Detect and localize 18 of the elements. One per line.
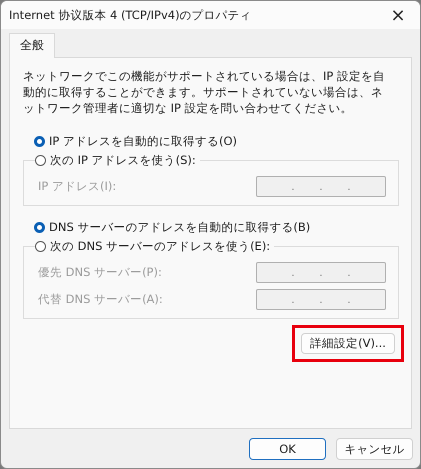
window-title: Internet 协议版本 4 (TCP/IPv4)のプロパティ [9,8,252,22]
field-label: 優先 DNS サーバー(P): [38,265,162,280]
description-text: ネットワークでこの機能がサポートされている場合は、IP 設定を自動的に取得することができます。サポートされていない場合は、ネットワーク管理者に適切な IP 設定を問い合わせてください。 [23,68,386,116]
field-label: IP アドレス(I): [38,179,116,194]
radio-button[interactable] [35,155,46,166]
radio-button[interactable] [35,241,46,252]
close-button[interactable]: × [376,1,420,29]
dialog-button[interactable]: キャンセル [336,438,413,460]
radio-label[interactable]: IP アドレスを自動的に取得する(O) [49,134,238,149]
radio-label[interactable]: DNS サーバーのアドレスを自動的に取得する(B) [49,220,310,235]
dialog-button[interactable]: OK [249,438,326,460]
field-label: 代替 DNS サーバー(A): [38,292,163,307]
radio-label[interactable]: 次の DNS サーバーのアドレスを使う(E): [50,239,270,254]
radio-button[interactable] [34,222,45,233]
advanced-settings-button[interactable]: 詳細設定(V)... [301,333,395,354]
radio-button[interactable] [34,136,45,147]
tab[interactable]: 全般 [9,33,55,58]
radio-label[interactable]: 次の IP アドレスを使う(S): [50,153,196,168]
